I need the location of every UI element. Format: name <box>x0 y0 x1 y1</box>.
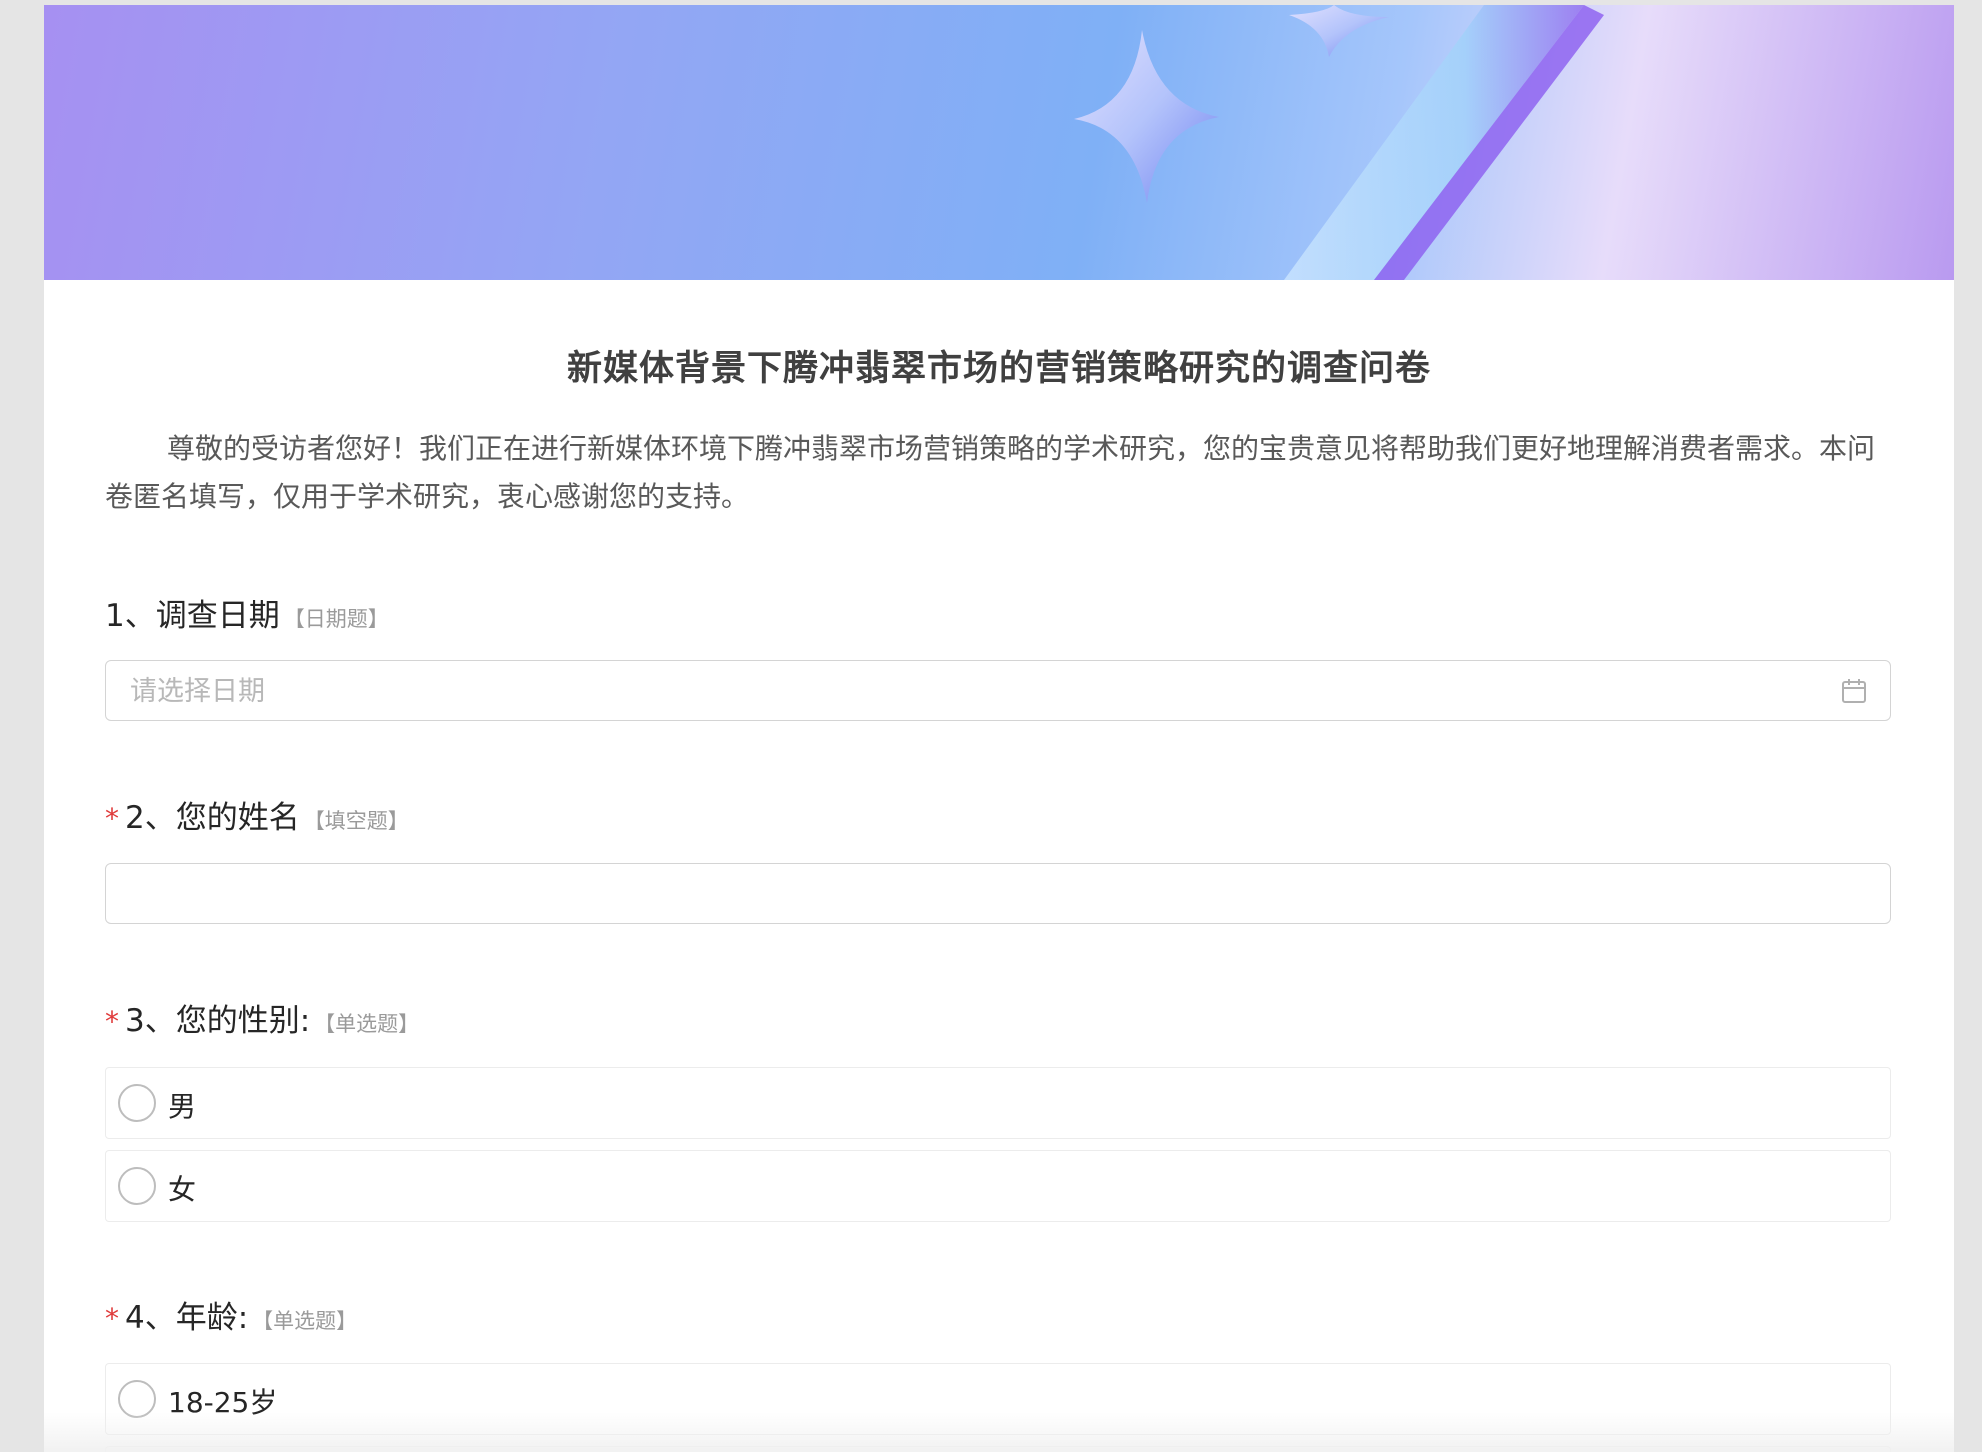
date-input[interactable] <box>128 661 1812 721</box>
question-2-type: 【填空题】 <box>303 809 409 833</box>
option-label: 女 <box>168 1173 197 1206</box>
question-2-label: 2、您的姓名 <box>125 800 300 836</box>
name-input[interactable] <box>128 864 1812 924</box>
header-banner <box>44 5 1954 280</box>
calendar-icon[interactable] <box>1840 677 1868 705</box>
question-4-title: * 4、年龄: 【单选题】 <box>105 1292 357 1337</box>
survey-title: 新媒体背景下腾冲翡翠市场的营销策略研究的调查问卷 <box>566 349 1431 389</box>
required-mark: * <box>105 802 119 835</box>
question-1-title: 1、调查日期 【日期题】 <box>105 590 389 635</box>
date-picker[interactable] <box>105 660 1891 721</box>
question-1-type: 【日期题】 <box>283 607 389 631</box>
scroll-fade <box>44 1412 1954 1452</box>
question-1-label: 1、调查日期 <box>105 598 280 634</box>
sparkle-star-small <box>1289 5 1389 57</box>
option-label: 男 <box>168 1090 197 1123</box>
gender-option-male[interactable]: 男 <box>105 1067 1891 1139</box>
gender-option-female[interactable]: 女 <box>105 1150 1891 1222</box>
name-field[interactable] <box>105 863 1891 924</box>
question-4-type: 【单选题】 <box>252 1309 358 1333</box>
required-mark: * <box>105 1005 119 1038</box>
question-3-type: 【单选题】 <box>314 1012 420 1036</box>
radio-button[interactable] <box>118 1167 156 1205</box>
question-2-title: * 2、您的姓名 【填空题】 <box>105 792 409 837</box>
question-4-label: 4、年龄: <box>125 1300 249 1336</box>
sparkle-star-large <box>1074 30 1219 203</box>
radio-button[interactable] <box>118 1084 156 1122</box>
survey-intro: 尊敬的受访者您好！我们正在进行新媒体环境下腾冲翡翠市场营销策略的学术研究，您的宝… <box>105 432 1876 513</box>
required-mark: * <box>105 1302 119 1335</box>
question-3-label: 3、您的性别: <box>125 1003 311 1039</box>
survey-page: 新媒体背景下腾冲翡翠市场的营销策略研究的调查问卷 尊敬的受访者您好！我们正在进行… <box>44 5 1954 1452</box>
banner-decoration <box>1074 5 1604 280</box>
question-3-title: * 3、您的性别: 【单选题】 <box>105 995 419 1040</box>
